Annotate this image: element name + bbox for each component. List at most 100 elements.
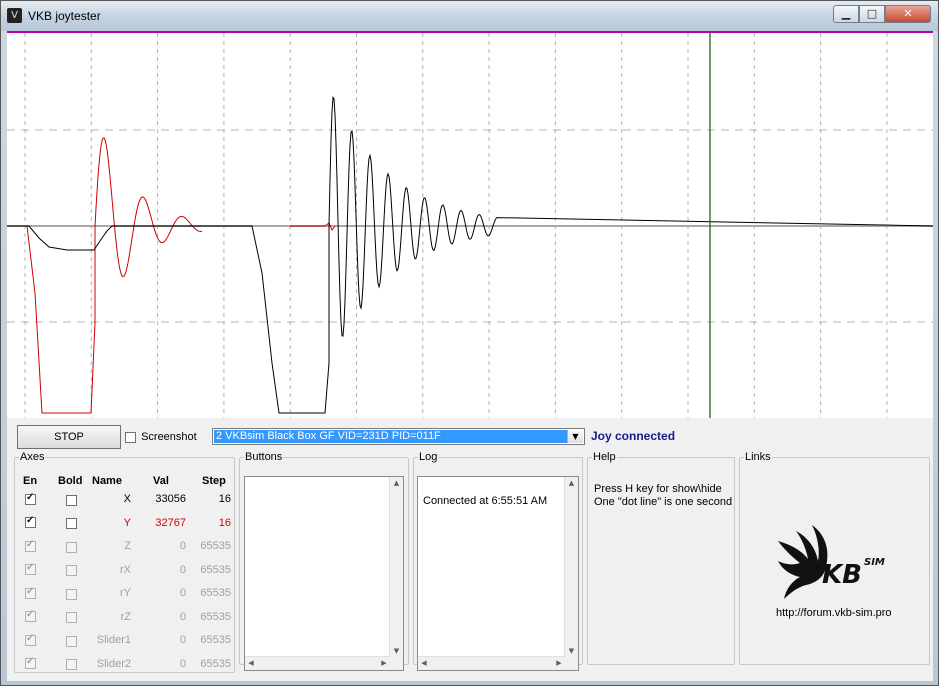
help-group: Help Press H key for show\hide One "dot … bbox=[587, 451, 735, 665]
scroll-up-icon[interactable]: ▲ bbox=[390, 477, 403, 489]
buttons-group: Buttons ▲ ▼ ◀ ▶ bbox=[239, 451, 409, 671]
scroll-right-icon[interactable]: ▶ bbox=[553, 657, 565, 670]
axis-name: rZ bbox=[120, 610, 131, 623]
minimize-button[interactable]: ▁ bbox=[833, 5, 859, 23]
axis-row-z: Z 0 65535 bbox=[15, 538, 236, 558]
axis-bold-checkbox bbox=[66, 541, 77, 553]
buttons-vscroll[interactable]: ▲ ▼ bbox=[389, 477, 403, 657]
links-legend: Links bbox=[745, 451, 771, 463]
help-line-1: Press H key for show\hide bbox=[594, 483, 722, 495]
axis-enable-checkbox[interactable] bbox=[25, 492, 36, 505]
device-select-value: 2 VKBsim Black Box GF VID=231D PID=011F bbox=[214, 430, 567, 443]
buttons-legend: Buttons bbox=[245, 451, 283, 463]
axis-bold-checkbox bbox=[66, 565, 77, 577]
log-hscroll[interactable]: ◀ ▶ bbox=[418, 656, 565, 670]
screenshot-option[interactable]: Screenshot bbox=[125, 431, 197, 443]
axis-bold-checkbox[interactable] bbox=[66, 518, 77, 530]
stop-button[interactable]: STOP bbox=[17, 425, 121, 449]
log-list[interactable]: Connected at 6:55:51 AM ▲ ▼ ◀ ▶ bbox=[417, 476, 579, 671]
log-legend: Log bbox=[419, 451, 438, 463]
axis-step: 65535 bbox=[200, 587, 231, 599]
axis-row-ry: rY 0 65535 bbox=[15, 585, 236, 605]
svg-text:SIM: SIM bbox=[864, 557, 885, 568]
axes-header-val: Val bbox=[153, 475, 169, 487]
forum-link[interactable]: http://forum.vkb-sim.pro bbox=[776, 607, 892, 619]
axis-step: 16 bbox=[218, 516, 231, 529]
scroll-corner bbox=[390, 657, 403, 670]
scroll-corner bbox=[565, 657, 578, 670]
axis-name: Z bbox=[124, 540, 131, 552]
screenshot-checkbox[interactable] bbox=[125, 431, 136, 443]
axis-value: 0 bbox=[179, 587, 186, 599]
scroll-left-icon[interactable]: ◀ bbox=[245, 657, 257, 670]
log-line: Connected at 6:55:51 AM bbox=[423, 495, 548, 507]
axis-enable-checkbox bbox=[25, 633, 36, 646]
axis-row-slider2: Slider2 0 65535 bbox=[15, 656, 236, 676]
axis-bold-checkbox bbox=[66, 635, 77, 647]
axis-row-rz: rZ 0 65535 bbox=[15, 609, 236, 629]
axis-value: 0 bbox=[179, 634, 186, 646]
axis-step: 65535 bbox=[200, 610, 231, 623]
axis-name: rX bbox=[120, 563, 131, 576]
trace-y bbox=[7, 137, 336, 414]
axes-header-en: En bbox=[23, 475, 38, 487]
scroll-right-icon[interactable]: ▶ bbox=[378, 657, 390, 670]
axis-step: 65535 bbox=[200, 634, 231, 646]
axis-value: 33056 bbox=[155, 493, 186, 505]
axis-name: rY bbox=[120, 587, 131, 599]
axis-value: 0 bbox=[179, 610, 186, 623]
axes-header-bold: Bold bbox=[58, 475, 83, 487]
axis-enable-checkbox bbox=[25, 562, 36, 576]
axis-enable-checkbox bbox=[25, 586, 36, 599]
chevron-down-icon[interactable]: ▼ bbox=[567, 430, 583, 443]
scroll-up-icon[interactable]: ▲ bbox=[565, 477, 578, 489]
maximize-button[interactable]: □ bbox=[859, 5, 885, 23]
axis-step: 65535 bbox=[200, 563, 231, 576]
trace-x bbox=[7, 96, 933, 414]
eagle-icon: KB SIM bbox=[778, 525, 885, 599]
scroll-down-icon[interactable]: ▼ bbox=[565, 645, 578, 657]
axis-row-slider1: Slider1 0 65535 bbox=[15, 632, 236, 652]
axis-bold-checkbox bbox=[66, 612, 77, 624]
axes-legend: Axes bbox=[20, 451, 45, 463]
axis-enable-checkbox bbox=[25, 609, 36, 623]
close-button[interactable]: ✕ bbox=[885, 5, 931, 23]
help-legend: Help bbox=[593, 451, 616, 463]
client-area: STOP Screenshot 2 VKBsim Black Box GF VI… bbox=[7, 31, 933, 681]
buttons-hscroll[interactable]: ◀ ▶ bbox=[245, 656, 390, 670]
connection-status: Joy connected bbox=[591, 429, 676, 443]
links-group: Links KB SIM http://forum.vkb-sim.pro bbox=[739, 451, 930, 665]
buttons-list[interactable]: ▲ ▼ ◀ ▶ bbox=[244, 476, 404, 671]
scroll-left-icon[interactable]: ◀ bbox=[418, 657, 430, 670]
axis-enable-checkbox[interactable] bbox=[25, 515, 36, 529]
title-bar[interactable]: V VKB joytester ▁ □ ✕ bbox=[1, 1, 938, 31]
axis-bold-checkbox bbox=[66, 659, 77, 671]
axis-enable-checkbox bbox=[25, 539, 36, 552]
axis-value: 0 bbox=[179, 657, 186, 670]
axis-name: Y bbox=[123, 516, 131, 529]
axis-row-y: Y 32767 16 bbox=[15, 515, 236, 535]
help-line-2: One "dot line" is one second bbox=[594, 496, 733, 508]
axis-name: Slider1 bbox=[96, 634, 131, 646]
screenshot-label: Screenshot bbox=[141, 431, 197, 443]
log-group: Log Connected at 6:55:51 AM ▲ ▼ ◀ ▶ bbox=[413, 451, 583, 671]
window-title: VKB joytester bbox=[28, 9, 101, 23]
axes-group: Axes En Bold Name Val Step X 33056 16 Y 3276… bbox=[14, 451, 235, 673]
vkbsim-logo[interactable]: KB SIM bbox=[772, 521, 892, 604]
axis-name: X bbox=[123, 493, 131, 505]
svg-text:KB: KB bbox=[822, 560, 862, 590]
axis-value: 0 bbox=[179, 563, 186, 576]
axis-row-rx: rX 0 65535 bbox=[15, 562, 236, 582]
axis-bold-checkbox[interactable] bbox=[66, 494, 77, 506]
scroll-down-icon[interactable]: ▼ bbox=[390, 645, 403, 657]
signal-graph bbox=[7, 31, 933, 418]
axis-value: 32767 bbox=[155, 516, 186, 529]
axis-step: 65535 bbox=[200, 657, 231, 670]
axis-enable-checkbox bbox=[25, 656, 36, 670]
axis-value: 0 bbox=[179, 540, 186, 552]
axis-step: 16 bbox=[218, 493, 231, 505]
device-select[interactable]: 2 VKBsim Black Box GF VID=231D PID=011F … bbox=[212, 428, 585, 445]
log-vscroll[interactable]: ▲ ▼ bbox=[564, 477, 578, 657]
app-icon: V bbox=[7, 8, 22, 23]
axis-row-x: X 33056 16 bbox=[15, 491, 236, 511]
